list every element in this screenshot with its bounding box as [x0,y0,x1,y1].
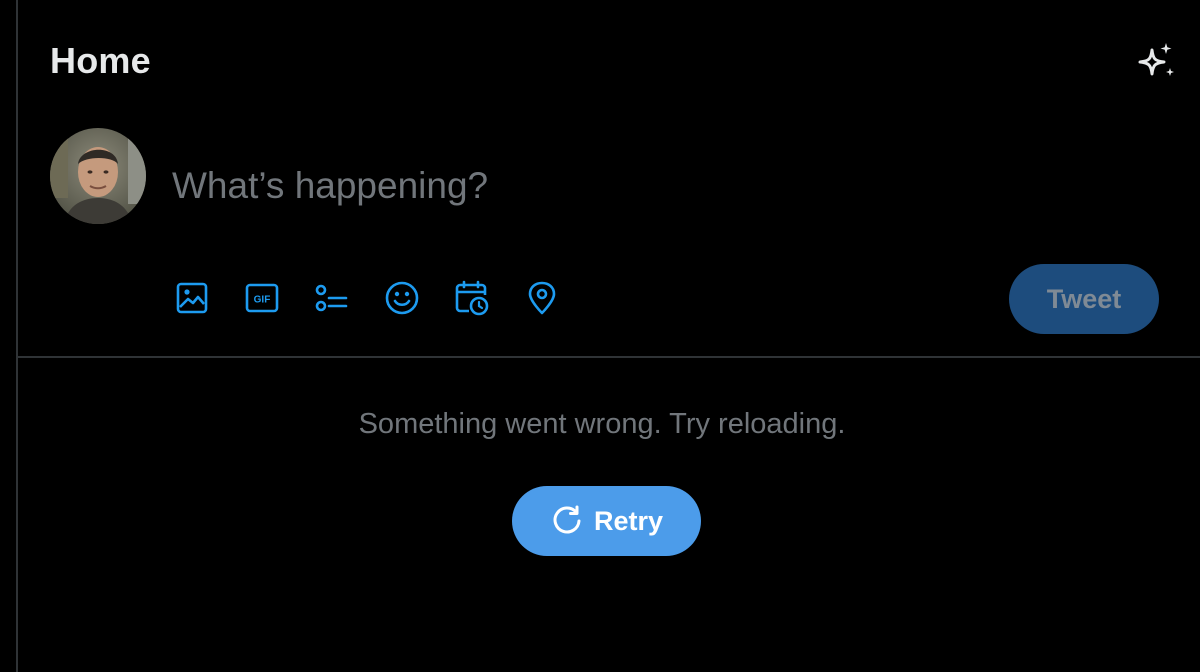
refresh-icon [550,504,584,538]
divider [18,356,1200,358]
media-icon[interactable] [172,278,212,318]
location-icon[interactable] [522,278,562,318]
emoji-icon[interactable] [382,278,422,318]
poll-icon[interactable] [312,278,352,318]
schedule-icon[interactable] [452,278,492,318]
error-message: Something went wrong. Try reloading. [358,408,846,440]
compose-input[interactable] [172,160,932,212]
retry-button[interactable]: Retry [512,486,701,556]
tweet-button[interactable]: Tweet [1009,264,1159,334]
page-title: Home [50,40,151,81]
retry-label: Retry [593,505,664,536]
gif-icon[interactable]: GIF [242,278,282,318]
avatar[interactable] [50,128,146,224]
main-column: Home What’s happening? GIF Tweet Somethi… [16,0,1200,672]
gif-icon-label: GIF [254,295,271,306]
header: Home [18,0,1200,120]
sparkle-icon[interactable] [1134,40,1178,84]
